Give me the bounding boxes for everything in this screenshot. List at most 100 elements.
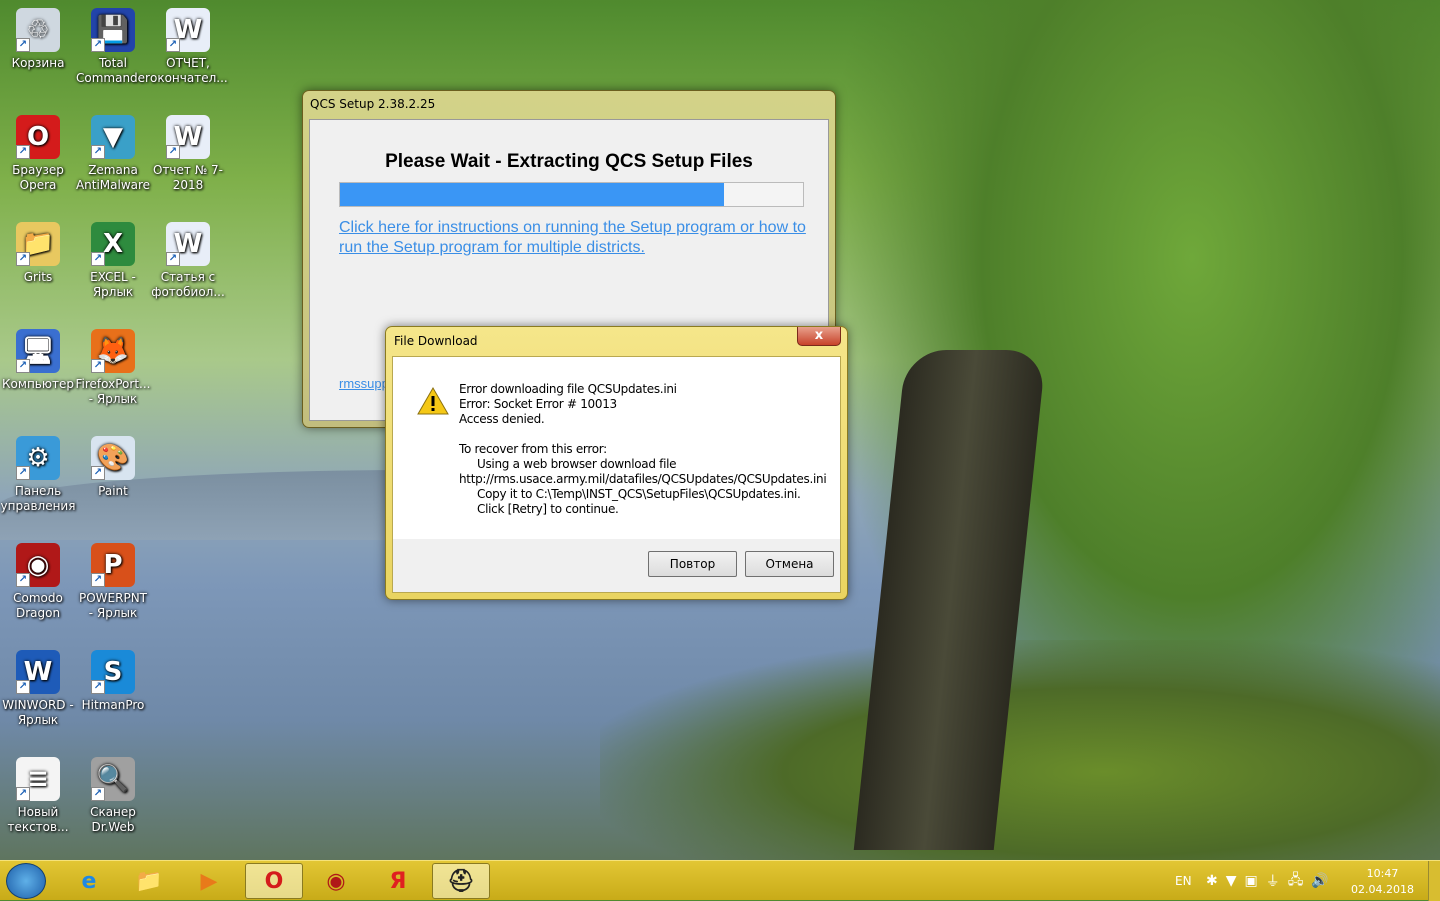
taskbar-media-player-icon[interactable]: ▶ — [180, 863, 238, 899]
retry-button[interactable]: Повтор — [648, 551, 737, 577]
msg-line: To recover from this error: — [459, 442, 607, 456]
desktop-icon[interactable]: S ↗ HitmanPro — [75, 644, 151, 713]
shortcut-arrow-icon: ↗ — [91, 252, 105, 266]
desktop-icon-label: Grits — [23, 270, 53, 284]
zemana-icon: ▼ ↗ — [91, 115, 135, 159]
file-download-dialog: File Download x Error downloading file Q… — [385, 326, 848, 600]
shortcut-arrow-icon: ↗ — [16, 466, 30, 480]
shortcut-arrow-icon: ↗ — [16, 252, 30, 266]
shortcut-arrow-icon: ↗ — [16, 38, 30, 52]
msg-line: Error downloading file QCSUpdates.ini — [459, 382, 677, 396]
show-desktop-button[interactable] — [1428, 861, 1440, 901]
desktop-icon[interactable]: W ↗ Отчет № 7-2018 — [150, 109, 226, 193]
desktop-icon-label: Paint — [98, 484, 128, 498]
excel-icon: X ↗ — [91, 222, 135, 266]
desktop-icon-label: POWERPNT - Ярлык — [78, 591, 147, 620]
comodo-dragon-icon: ◉ ↗ — [16, 543, 60, 587]
shortcut-arrow-icon: ↗ — [91, 680, 105, 694]
shortcut-arrow-icon: ↗ — [166, 252, 180, 266]
language-indicator[interactable]: EN — [1175, 861, 1192, 901]
desktop-icon[interactable]: P ↗ POWERPNT - Ярлык — [75, 537, 151, 621]
desktop-icon[interactable]: W ↗ WINWORD - Ярлык — [0, 644, 76, 728]
taskbar-comodo-dragon-icon[interactable]: ◉ — [307, 863, 365, 899]
msg-line: Error: Socket Error # 10013 — [459, 397, 617, 411]
desktop-icon[interactable]: 🔍 ↗ Сканер Dr.Web — [75, 751, 151, 835]
computer-icon: 🖥 ↗ — [16, 329, 60, 373]
shortcut-arrow-icon: ↗ — [16, 359, 30, 373]
support-link[interactable]: rmssupp — [339, 376, 389, 391]
desktop-icon[interactable]: O ↗ Браузер Opera — [0, 109, 76, 193]
volume-tray-icon[interactable]: 🔊 — [1311, 873, 1328, 889]
taskbar-file-explorer-icon[interactable]: 📁 — [120, 863, 178, 899]
clock-time: 10:47 — [1366, 867, 1399, 880]
text-file-icon: ≡ ↗ — [16, 757, 60, 801]
desktop-icon-label: EXCEL - Ярлык — [90, 270, 136, 299]
desktop-icon-label: Отчет № 7-2018 — [153, 163, 223, 192]
floppy-icon: 💾 ↗ — [91, 8, 135, 52]
wallpaper-moss — [600, 640, 1440, 860]
desktop-icon-label: Comodo Dragon — [13, 591, 63, 620]
shortcut-arrow-icon: ↗ — [91, 787, 105, 801]
desktop-icon[interactable]: W ↗ Статья с фотобиол... — [150, 216, 226, 300]
desktop-icon-label: Zemana AntiMalware — [75, 163, 151, 192]
cancel-button[interactable]: Отмена — [745, 551, 834, 577]
desktop-icon[interactable]: 🖥 ↗ Компьютер — [0, 323, 76, 392]
vm-tray-icon[interactable]: ▣ — [1245, 873, 1258, 889]
shortcut-arrow-icon: ↗ — [91, 466, 105, 480]
window-title: QCS Setup 2.38.2.25 — [310, 97, 436, 111]
desktop-icon-label: HitmanPro — [81, 698, 145, 712]
desktop-icon-label: Браузер Opera — [12, 163, 64, 192]
shortcut-arrow-icon: ↗ — [91, 359, 105, 373]
taskbar-internet-explorer-icon[interactable]: e — [60, 863, 118, 899]
shortcut-arrow-icon: ↗ — [166, 38, 180, 52]
taskbar-opera-icon[interactable]: O — [245, 863, 303, 899]
desktop-icon[interactable]: W ↗ ОТЧЕТ, окончател... — [150, 2, 228, 86]
taskbar-yandex-icon[interactable]: Я — [369, 863, 427, 899]
paint-icon: 🎨 ↗ — [91, 436, 135, 480]
msg-url: http://rms.usace.army.mil/datafiles/QCSU… — [459, 472, 827, 486]
start-button[interactable] — [6, 863, 46, 899]
msg-step: Click [Retry] to continue. — [477, 502, 619, 516]
extract-heading: Please Wait - Extracting QCS Setup Files — [385, 151, 753, 172]
desktop-icon[interactable]: ♲ ↗ Корзина — [0, 2, 76, 71]
desktop-icon-label: Сканер Dr.Web — [90, 805, 136, 834]
progress-bar — [339, 182, 804, 207]
word-doc-icon: W ↗ — [166, 8, 210, 52]
shortcut-arrow-icon: ↗ — [91, 145, 105, 159]
shortcut-arrow-icon: ↗ — [16, 145, 30, 159]
desktop-icon-label: Компьютер — [2, 377, 74, 391]
desktop-icon[interactable]: ◉ ↗ Comodo Dragon — [0, 537, 76, 621]
error-message: Error downloading file QCSUpdates.ini Er… — [459, 382, 827, 517]
desktop-icon[interactable]: X ↗ EXCEL - Ярлык — [75, 216, 151, 300]
progress-fill — [340, 183, 725, 206]
desktop-icon[interactable]: 🎨 ↗ Paint — [75, 430, 151, 499]
taskbar-qcs-setup-icon[interactable]: ⛑ — [432, 863, 490, 899]
desktop-icon[interactable]: 📁 ↗ Grits — [0, 216, 76, 285]
network-tray-icon[interactable]: 🖧 — [1288, 869, 1304, 893]
hitmanpro-icon: S ↗ — [91, 650, 135, 694]
word-doc-icon: W ↗ — [166, 115, 210, 159]
desktop-icon[interactable]: 💾 ↗ Total Commander — [75, 2, 151, 86]
drweb-tray-icon[interactable]: ✱ — [1206, 873, 1218, 889]
instructions-link[interactable]: Click here for instructions on running t… — [339, 218, 809, 258]
zemana-tray-icon[interactable]: ▼ — [1226, 873, 1237, 889]
desktop-icon[interactable]: 🦊 ↗ FirefoxPort... - Ярлык — [75, 323, 151, 407]
desktop-icon-label: FirefoxPort... - Ярлык — [75, 377, 151, 406]
close-button[interactable]: x — [797, 327, 841, 346]
clock[interactable]: 10:47 02.04.2018 — [1351, 866, 1414, 898]
desktop-icon[interactable]: ⚙ ↗ Панель управления — [0, 430, 76, 514]
recycle-bin-icon: ♲ ↗ — [16, 8, 60, 52]
desktop-icon[interactable]: ≡ ↗ Новый текстов... — [0, 751, 76, 835]
powerpoint-icon: P ↗ — [91, 543, 135, 587]
desktop-icon[interactable]: ▼ ↗ Zemana AntiMalware — [75, 109, 151, 193]
taskbar: e 📁 ▶ O ◉ Я ⛑ EN ✱ ▼ ▣ ⏚ 🖧 🔊 10:47 02.04.2018 — [0, 860, 1440, 901]
user-folder-icon: 📁 ↗ — [16, 222, 60, 266]
msg-line: Access denied. — [459, 412, 545, 426]
msg-step: Copy it to C:\Temp\INST_QCS\SetupFiles\Q… — [477, 487, 801, 501]
dialog-footer: Повтор Отмена — [393, 539, 840, 592]
usb-tray-icon[interactable]: ⏚ — [1266, 871, 1280, 891]
warning-icon — [417, 387, 449, 415]
shortcut-arrow-icon: ↗ — [16, 573, 30, 587]
firefox-icon: 🦊 ↗ — [91, 329, 135, 373]
shortcut-arrow-icon: ↗ — [166, 145, 180, 159]
